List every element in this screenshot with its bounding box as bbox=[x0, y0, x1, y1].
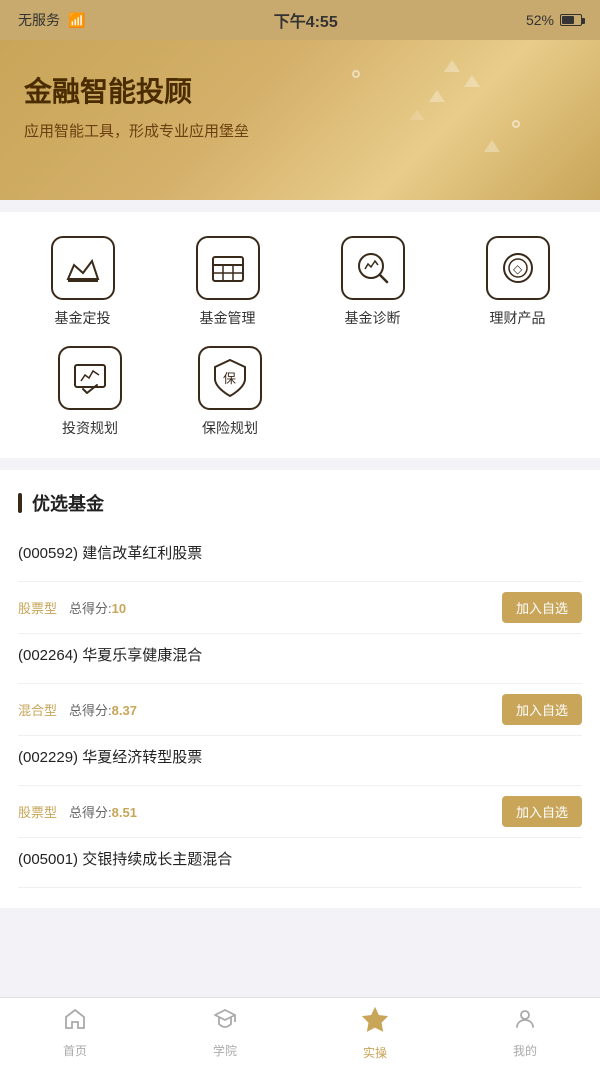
fund-manage-label: 基金管理 bbox=[200, 308, 256, 328]
fund-fixed-label: 基金定投 bbox=[55, 308, 111, 328]
action-invest-plan[interactable]: 投资规划 bbox=[30, 346, 150, 438]
actions-row-1: 基金定投 基金管理 bbox=[10, 236, 590, 328]
deco-arrow-5 bbox=[484, 140, 500, 152]
fund-fixed-icon bbox=[51, 236, 115, 300]
hero-title: 金融智能投顾 bbox=[24, 70, 576, 110]
bottom-nav: 首页 学院 实操 我的 bbox=[0, 997, 600, 1067]
insurance-plan-label: 保险规划 bbox=[202, 418, 258, 438]
action-fund-fixed[interactable]: 基金定投 bbox=[23, 236, 143, 328]
invest-plan-icon bbox=[58, 346, 122, 410]
fund-meta-left-2: 混合型 总得分:8.37 bbox=[18, 700, 137, 719]
fund-meta-left-1: 股票型 总得分:10 bbox=[18, 598, 126, 617]
add-watchlist-btn-3[interactable]: 加入自选 bbox=[502, 796, 582, 827]
nav-label-academy: 学院 bbox=[213, 1042, 237, 1059]
fund-item-1-meta: 股票型 总得分:10 加入自选 bbox=[18, 582, 582, 634]
fund-meta-3: 股票型 总得分:8.51 加入自选 bbox=[18, 796, 582, 827]
fund-name-2: (002264) 华夏乐享健康混合 bbox=[18, 644, 582, 665]
fund-score-val-2: 8.37 bbox=[112, 703, 137, 718]
add-watchlist-btn-1[interactable]: 加入自选 bbox=[502, 592, 582, 623]
fund-score-val-3: 8.51 bbox=[112, 805, 137, 820]
fund-item-2-meta: 混合型 总得分:8.37 加入自选 bbox=[18, 684, 582, 736]
fund-item-3: (002229) 华夏经济转型股票 bbox=[18, 736, 582, 786]
wifi-icon: 📶 bbox=[68, 12, 85, 29]
nav-label-practice: 实操 bbox=[363, 1044, 387, 1061]
fund-section-title: 优选基金 bbox=[18, 490, 582, 516]
home-icon bbox=[63, 1007, 87, 1038]
fund-item-2: (002264) 华夏乐享健康混合 bbox=[18, 634, 582, 684]
wealth-product-label: 理财产品 bbox=[490, 308, 546, 328]
battery-label: 52% bbox=[526, 12, 554, 28]
fund-type-1: 股票型 bbox=[18, 598, 57, 617]
fund-score-val-1: 10 bbox=[112, 601, 126, 616]
fund-item-3-meta: 股票型 总得分:8.51 加入自选 bbox=[18, 786, 582, 838]
fund-manage-icon bbox=[196, 236, 260, 300]
status-bar: 无服务 📶 下午4:55 52% bbox=[0, 0, 600, 40]
status-right: 52% bbox=[526, 12, 582, 28]
fund-name-3: (002229) 华夏经济转型股票 bbox=[18, 746, 582, 767]
fund-item-1: (000592) 建信改革红利股票 bbox=[18, 532, 582, 582]
deco-arrow-4 bbox=[409, 110, 425, 120]
wealth-product-icon: ◇ bbox=[486, 236, 550, 300]
add-watchlist-btn-2[interactable]: 加入自选 bbox=[502, 694, 582, 725]
signal-label: 无服务 bbox=[18, 10, 60, 30]
nav-label-home: 首页 bbox=[63, 1042, 87, 1059]
main-content: 无服务 📶 下午4:55 52% 金融智能投顾 应用智能工具，形成专业应用堡垒 bbox=[0, 0, 600, 988]
fund-meta-left-3: 股票型 总得分:8.51 bbox=[18, 802, 137, 821]
fund-name-4: (005001) 交银持续成长主题混合 bbox=[18, 848, 582, 869]
insurance-plan-icon: 保 bbox=[198, 346, 262, 410]
academy-icon bbox=[213, 1007, 237, 1038]
action-fund-diagnose[interactable]: 基金诊断 bbox=[313, 236, 433, 328]
svg-text:◇: ◇ bbox=[513, 262, 523, 276]
fund-score-3: 总得分:8.51 bbox=[69, 802, 137, 821]
fund-diagnose-icon bbox=[341, 236, 405, 300]
fund-type-2: 混合型 bbox=[18, 700, 57, 719]
fund-score-1: 总得分:10 bbox=[69, 598, 126, 617]
invest-plan-label: 投资规划 bbox=[62, 418, 118, 438]
actions-row-2: 投资规划 保 保险规划 bbox=[10, 346, 590, 438]
battery-icon bbox=[560, 14, 582, 26]
fund-item-4: (005001) 交银持续成长主题混合 bbox=[18, 838, 582, 888]
action-fund-manage[interactable]: 基金管理 bbox=[168, 236, 288, 328]
svg-text:保: 保 bbox=[223, 371, 236, 386]
fund-type-3: 股票型 bbox=[18, 802, 57, 821]
time-label: 下午4:55 bbox=[274, 8, 338, 32]
action-wealth-product[interactable]: ◇ 理财产品 bbox=[458, 236, 578, 328]
fund-meta-1: 股票型 总得分:10 加入自选 bbox=[18, 592, 582, 623]
fund-name-1: (000592) 建信改革红利股票 bbox=[18, 542, 582, 563]
nav-item-practice[interactable]: 实操 bbox=[300, 1005, 450, 1061]
nav-item-home[interactable]: 首页 bbox=[0, 1007, 150, 1059]
nav-item-mine[interactable]: 我的 bbox=[450, 1007, 600, 1059]
section-title-bar bbox=[18, 493, 22, 513]
fund-meta-2: 混合型 总得分:8.37 加入自选 bbox=[18, 694, 582, 725]
fund-diagnose-label: 基金诊断 bbox=[345, 308, 401, 328]
hero-banner: 金融智能投顾 应用智能工具，形成专业应用堡垒 bbox=[0, 40, 600, 200]
nav-label-mine: 我的 bbox=[513, 1042, 537, 1059]
nav-item-academy[interactable]: 学院 bbox=[150, 1007, 300, 1059]
status-left: 无服务 📶 bbox=[18, 10, 85, 30]
fund-score-2: 总得分:8.37 bbox=[69, 700, 137, 719]
quick-actions: 基金定投 基金管理 bbox=[0, 212, 600, 458]
mine-icon bbox=[513, 1007, 537, 1038]
practice-icon bbox=[361, 1005, 389, 1040]
hero-subtitle: 应用智能工具，形成专业应用堡垒 bbox=[24, 120, 576, 141]
action-insurance-plan[interactable]: 保 保险规划 bbox=[170, 346, 290, 438]
fund-section: 优选基金 (000592) 建信改革红利股票 股票型 总得分:10 加入自选 (… bbox=[0, 470, 600, 908]
fund-section-title-text: 优选基金 bbox=[32, 490, 104, 516]
